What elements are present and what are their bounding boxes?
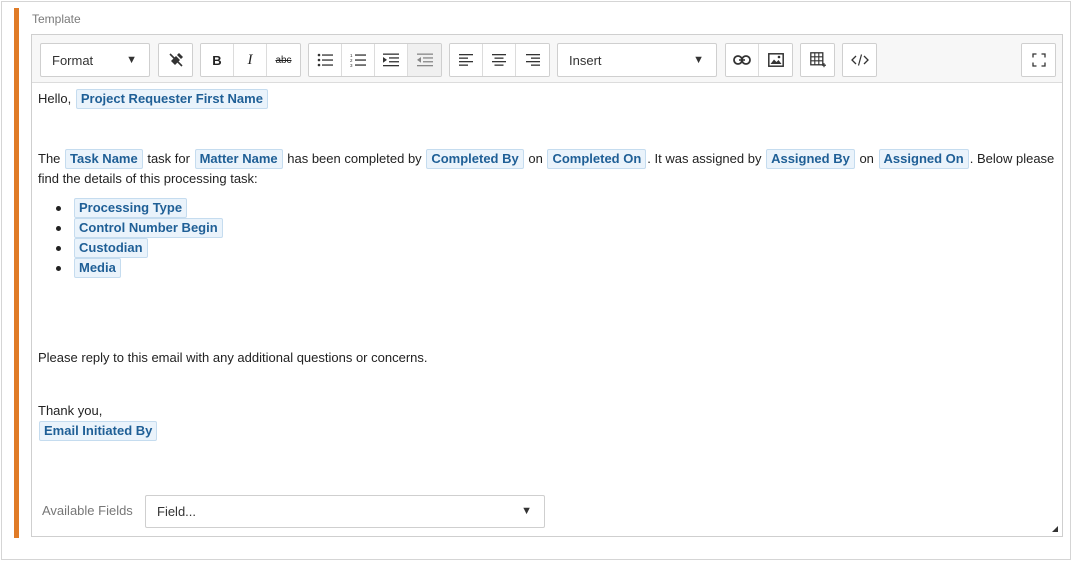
- table-button[interactable]: [801, 44, 834, 76]
- fullscreen-button[interactable]: [1022, 44, 1055, 76]
- media-group: [725, 43, 793, 77]
- list-item: Media: [53, 258, 1058, 278]
- clear-format-button[interactable]: [159, 44, 192, 76]
- body-text: The: [38, 151, 61, 166]
- available-fields-dropdown[interactable]: Field... ▼: [145, 495, 545, 528]
- list-item: Processing Type: [53, 198, 1058, 218]
- merge-field-processing-type[interactable]: Processing Type: [74, 198, 188, 218]
- body-paragraph: The Task Name task for Matter Name has b…: [38, 149, 1058, 189]
- body-text: has been completed by: [287, 151, 422, 166]
- closing-line: Thank you,: [38, 403, 103, 418]
- insert-dropdown[interactable]: Insert ▼: [557, 43, 717, 77]
- indent-icon: [383, 53, 399, 67]
- rich-text-editor: Format ▼ B I abc 1 2 3 Insert ▼ Hello, P…: [31, 34, 1063, 537]
- numbered-list-button[interactable]: 1 2 3: [342, 44, 375, 76]
- list-item: Custodian: [53, 238, 1058, 258]
- section-label: Template: [32, 12, 81, 26]
- outdent-button[interactable]: [408, 44, 441, 76]
- bold-button[interactable]: B: [201, 44, 234, 76]
- available-fields-placeholder: Field...: [157, 504, 197, 519]
- table-group: [800, 43, 835, 77]
- body-text: on: [528, 151, 543, 166]
- body-text: on: [859, 151, 874, 166]
- link-icon: [733, 55, 751, 65]
- merge-field-completed-on[interactable]: Completed On: [547, 149, 647, 169]
- greeting-text: Hello,: [38, 91, 72, 106]
- list-group: 1 2 3: [308, 43, 442, 77]
- alignment-group: [449, 43, 550, 77]
- text-style-group: B I abc: [200, 43, 301, 77]
- merge-field-assigned-by[interactable]: Assigned By: [766, 149, 855, 169]
- italic-button[interactable]: I: [234, 44, 267, 76]
- merge-field-project-requester[interactable]: Project Requester First Name: [75, 89, 268, 109]
- format-dropdown-label: Format: [52, 52, 94, 68]
- signature-line: Email Initiated By: [38, 421, 1058, 441]
- body-text: task for: [147, 151, 190, 166]
- code-view-button[interactable]: [843, 44, 876, 76]
- bullet-list-icon: [317, 53, 333, 67]
- image-icon: [767, 53, 784, 67]
- details-list: Processing Type Control Number Begin Cus…: [53, 198, 1058, 278]
- code-icon: [850, 54, 869, 66]
- fullscreen-group: [1021, 43, 1056, 77]
- image-button[interactable]: [759, 44, 792, 76]
- merge-field-custodian[interactable]: Custodian: [74, 238, 148, 258]
- insert-dropdown-label: Insert: [569, 52, 602, 68]
- chevron-down-icon: ▼: [693, 54, 704, 66]
- body-text: . It was assigned by: [647, 151, 762, 166]
- clear-format-group: [158, 43, 193, 77]
- code-group: [842, 43, 877, 77]
- clear-format-icon: [168, 53, 183, 67]
- greeting-line: Hello, Project Requester First Name: [38, 89, 1058, 109]
- align-center-icon: [492, 54, 506, 66]
- table-icon: [809, 52, 826, 68]
- template-panel: Template Format ▼ B I abc 1 2 3 Insert ▼…: [1, 1, 1071, 560]
- align-center-button[interactable]: [483, 44, 516, 76]
- link-button[interactable]: [726, 44, 759, 76]
- merge-field-email-initiated-by[interactable]: Email Initiated By: [39, 421, 158, 441]
- align-right-icon: [525, 54, 540, 66]
- editor-content[interactable]: Hello, Project Requester First Name The …: [38, 89, 1058, 441]
- svg-text:3: 3: [350, 63, 353, 67]
- list-item: Control Number Begin: [53, 218, 1058, 238]
- bullet-list-button[interactable]: [309, 44, 342, 76]
- strikethrough-button[interactable]: abc: [267, 44, 300, 76]
- merge-field-assigned-on[interactable]: Assigned On: [878, 149, 969, 169]
- align-left-button[interactable]: [450, 44, 483, 76]
- fullscreen-icon: [1031, 53, 1046, 67]
- align-left-icon: [459, 54, 473, 66]
- accent-bar: [14, 8, 19, 538]
- numbered-list-icon: 1 2 3: [350, 53, 366, 67]
- merge-field-completed-by[interactable]: Completed By: [426, 149, 524, 169]
- available-fields-label: Available Fields: [42, 503, 133, 518]
- indent-button[interactable]: [375, 44, 408, 76]
- chevron-down-icon: ▼: [126, 54, 137, 66]
- merge-field-task-name[interactable]: Task Name: [65, 149, 143, 169]
- merge-field-media[interactable]: Media: [74, 258, 121, 278]
- outdent-icon: [416, 53, 433, 67]
- chevron-down-icon: ▼: [521, 505, 532, 517]
- resize-handle[interactable]: [1052, 526, 1058, 532]
- format-dropdown[interactable]: Format ▼: [40, 43, 150, 77]
- merge-field-matter-name[interactable]: Matter Name: [194, 149, 283, 169]
- merge-field-control-number-begin[interactable]: Control Number Begin: [74, 218, 223, 238]
- editor-toolbar: Format ▼ B I abc 1 2 3 Insert ▼: [32, 35, 1062, 83]
- reply-line: Please reply to this email with any addi…: [38, 350, 428, 365]
- align-right-button[interactable]: [516, 44, 549, 76]
